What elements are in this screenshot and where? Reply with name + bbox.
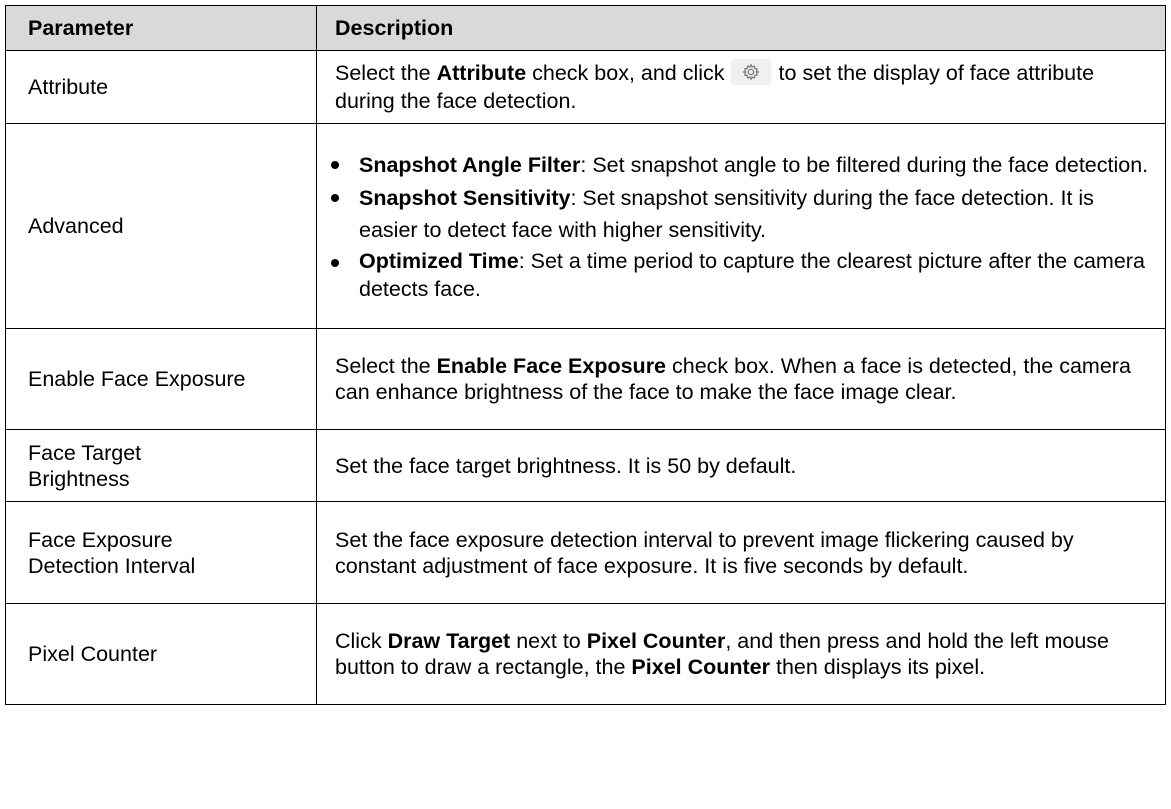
desc-advanced: Snapshot Angle Filter: Set snapshot angl… — [316, 123, 1166, 329]
param-attribute: Attribute — [5, 50, 317, 124]
table-header-row: Parameter Description — [5, 5, 1166, 51]
desc-text: next to — [510, 629, 587, 653]
parameter-table: Parameter Description Attribute Select t… — [5, 5, 1166, 705]
desc-text: Select the — [335, 354, 437, 378]
bullet-text: : Set snapshot angle to be filtered duri… — [580, 153, 1149, 178]
table-row-face-exposure: Enable Face Exposure Select the Enable F… — [5, 328, 1166, 430]
param-target-brightness: Face Target Brightness — [5, 429, 317, 502]
bullet-dot — [331, 258, 339, 267]
table-row-target-brightness: Face Target Brightness Set the face targ… — [5, 429, 1166, 502]
param-face-exposure: Enable Face Exposure — [5, 328, 317, 430]
param-advanced: Advanced — [5, 123, 317, 329]
settings-gear-icon — [741, 63, 760, 81]
desc-attribute: Select the Attribute check box, and clic… — [316, 50, 1166, 124]
desc-text: then displays its pixel. — [770, 655, 986, 679]
table-row-detection-interval: Face Exposure Detection Interval Set the… — [5, 501, 1166, 604]
desc-text: Select the — [335, 61, 437, 86]
bullet-dot — [331, 193, 339, 202]
list-item: Snapshot Sensitivity: Set snapshot sensi… — [327, 182, 1155, 247]
desc-face-exposure: Select the Enable Face Exposure check bo… — [316, 328, 1166, 430]
bullet-list: Snapshot Angle Filter: Set snapshot angl… — [327, 149, 1155, 303]
desc-text: check box, and click — [526, 61, 725, 86]
header-parameter: Parameter — [5, 5, 317, 51]
header-description: Description — [316, 5, 1166, 51]
desc-bold: Pixel Counter — [586, 629, 726, 653]
desc-text: Click — [335, 629, 388, 653]
param-detection-interval: Face Exposure Detection Interval — [5, 501, 317, 604]
desc-bold: Pixel Counter — [631, 655, 771, 679]
desc-detection-interval: Set the face exposure detection interval… — [316, 501, 1166, 604]
desc-bold: Draw Target — [387, 629, 511, 653]
desc-target-brightness: Set the face target brightness. It is 50… — [316, 429, 1166, 502]
bullet-bold: Snapshot Angle Filter — [359, 153, 581, 178]
table-row-attribute: Attribute Select the Attribute check box… — [5, 50, 1166, 124]
param-pixel-counter: Pixel Counter — [5, 603, 317, 705]
settings-button[interactable] — [730, 58, 771, 85]
bullet-dot — [331, 161, 339, 170]
bullet-bold: Snapshot Sensitivity — [359, 185, 571, 210]
desc-bold: Attribute — [436, 61, 527, 86]
bullet-bold: Optimized Time — [359, 248, 519, 273]
desc-pixel-counter: Click Draw Target next to Pixel Counter,… — [316, 603, 1166, 705]
desc-bold: Enable Face Exposure — [436, 354, 667, 378]
list-item: Optimized Time: Set a time period to cap… — [327, 247, 1155, 303]
list-item: Snapshot Angle Filter: Set snapshot angl… — [327, 149, 1155, 182]
table-row-pixel-counter: Pixel Counter Click Draw Target next to … — [5, 603, 1166, 705]
table-row-advanced: Advanced Snapshot Angle Filter: Set snap… — [5, 123, 1166, 329]
